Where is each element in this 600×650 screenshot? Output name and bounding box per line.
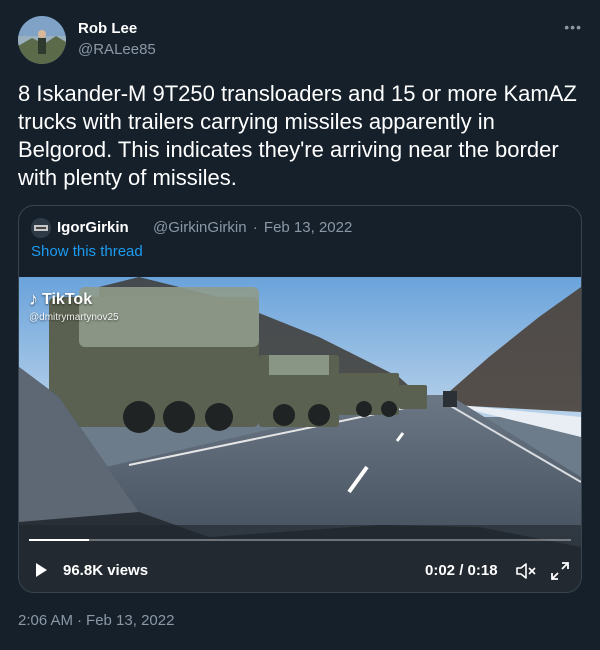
quoted-author-handle: @GirkinGirkin (153, 219, 247, 236)
tiktok-icon: ♪ (29, 289, 38, 309)
tweet-text: 8 Iskander-M 9T250 transloaders and 15 o… (18, 81, 577, 190)
tweet-timestamp[interactable]: 2:06 AM · Feb 13, 2022 (18, 612, 174, 629)
quoted-date: Feb 13, 2022 (263, 219, 353, 236)
ellipsis-icon[interactable]: ••• (564, 20, 582, 34)
author-avatar[interactable] (18, 16, 66, 64)
view-count: 96.8K views (63, 562, 149, 579)
video-progress-fill (29, 539, 89, 541)
quoted-author-avatar (31, 218, 51, 238)
video-player[interactable]: ♪ TikTok @dmitrymartynov25 96.8K views 0… (19, 277, 581, 592)
show-thread-link[interactable]: Show this thread (31, 243, 143, 260)
video-time: 0:02 / 0:18 (425, 562, 498, 579)
quoted-separator: · (252, 219, 258, 236)
video-frame (19, 277, 581, 592)
tweet-date: Feb 13, 2022 (86, 612, 175, 629)
tiktok-brand: TikTok (42, 290, 93, 308)
author-name[interactable]: Rob Lee (78, 20, 137, 37)
play-icon[interactable] (33, 562, 49, 578)
author-handle[interactable]: @RALee85 (78, 41, 156, 58)
quoted-author-name: IgorGirkin (57, 219, 129, 236)
tiktok-watermark: ♪ TikTok (29, 289, 92, 310)
quoted-tweet[interactable]: IgorGirkin @GirkinGirkin · Feb 13, 2022 … (18, 205, 582, 593)
tiktok-username: @dmitrymartynov25 (29, 312, 119, 323)
mute-icon[interactable] (515, 562, 537, 580)
timestamp-separator: · (77, 612, 83, 629)
tweet: Rob Lee @RALee85 ••• 8 Iskander-M 9T250 … (0, 0, 600, 650)
quoted-author-meta: @GirkinGirkin · Feb 13, 2022 (153, 219, 354, 236)
tweet-time: 2:06 AM (18, 612, 74, 629)
fullscreen-icon[interactable] (551, 562, 569, 580)
video-progress-bar[interactable] (29, 539, 571, 541)
